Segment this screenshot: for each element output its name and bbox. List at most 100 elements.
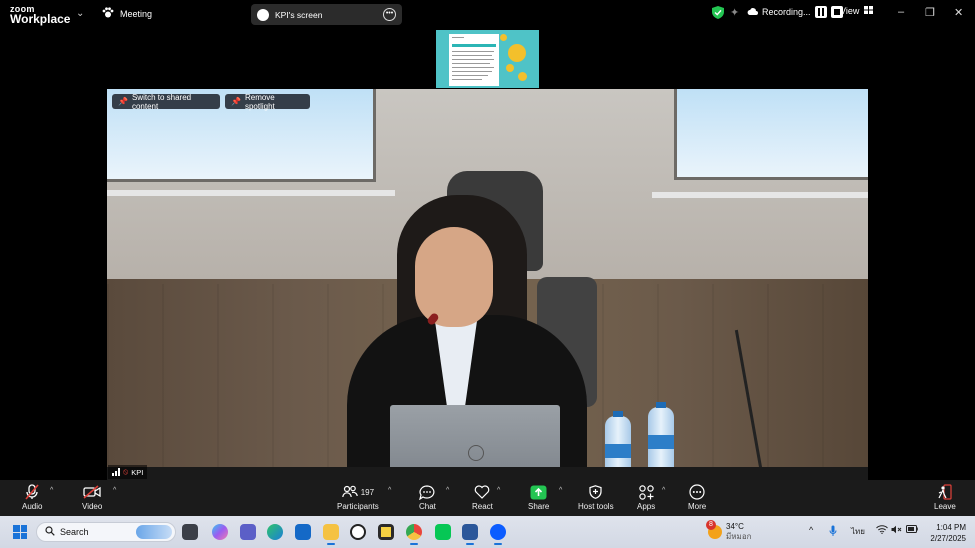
projection-screen-right — [674, 89, 868, 180]
weather-sun-icon: 8 — [706, 520, 722, 539]
meeting-label: Meeting — [120, 8, 153, 19]
windows-taskbar: Search 8 34°C มีหมอก ^ ไทย 1:04 PM 2/27/… — [0, 516, 975, 548]
switch-button-label: Switch to shared content — [131, 92, 192, 111]
apps-options-caret-icon[interactable]: ^ — [662, 487, 665, 494]
input-language[interactable]: ไทย — [851, 525, 865, 538]
participants-count: 197 — [360, 487, 375, 497]
share-label: Share — [528, 502, 550, 511]
search-placeholder: Search — [60, 527, 89, 537]
cloud-icon — [747, 7, 758, 17]
chat-icon — [419, 482, 435, 502]
file-explorer-icon[interactable] — [323, 524, 339, 545]
word-icon[interactable] — [462, 524, 478, 545]
clock-date: 2/27/2025 — [930, 534, 966, 543]
taskbar-clock[interactable]: 1:04 PM 2/27/2025 — [918, 522, 966, 544]
battery-icon[interactable] — [906, 525, 918, 535]
video-options-caret-icon[interactable]: ^ — [113, 487, 116, 494]
leave-label: Leave — [934, 502, 956, 511]
video-button[interactable]: Video — [82, 482, 102, 511]
search-icon — [45, 526, 55, 538]
meeting-menu[interactable]: Meeting — [102, 7, 152, 20]
edge-icon[interactable] — [267, 524, 283, 540]
participant-name: KPI — [131, 467, 144, 477]
outlook-icon[interactable] — [295, 524, 311, 540]
task-view-icon[interactable] — [182, 524, 198, 540]
show-hidden-icons-icon[interactable]: ^ — [809, 525, 813, 535]
switch-to-shared-content-button[interactable]: 📌 Switch to shared content — [112, 92, 220, 111]
share-options-caret-icon[interactable]: ^ — [559, 487, 562, 494]
weather-description: มีหมอก — [726, 532, 752, 541]
apps-button[interactable]: Apps — [637, 482, 655, 511]
ai-sparkle-icon[interactable]: ✦ — [730, 6, 739, 19]
shared-screen-pill[interactable]: KPI's screen ••• — [251, 4, 402, 25]
react-label: React — [472, 502, 493, 511]
heart-icon — [474, 482, 490, 502]
pin-icon: 📌 — [118, 97, 128, 106]
coin-decoration-icon — [508, 44, 526, 62]
sticky-notes-icon[interactable] — [378, 524, 394, 540]
audio-label: Audio — [22, 502, 43, 511]
meeting-toolbar: Audio ^ Video ^ 197 Participants ^ Chat … — [0, 480, 975, 516]
volume-muted-icon[interactable] — [891, 525, 903, 536]
share-button[interactable]: Share — [528, 482, 549, 511]
document-preview — [449, 34, 499, 86]
security-shield-icon[interactable] — [712, 6, 724, 19]
audio-options-caret-icon[interactable]: ^ — [50, 487, 53, 494]
chat-label: Chat — [419, 502, 436, 511]
leave-button[interactable]: Leave — [934, 482, 956, 511]
apps-label: Apps — [637, 502, 656, 511]
weather-badge: 8 — [706, 520, 716, 530]
chevron-down-icon[interactable]: ⌄ — [76, 8, 84, 19]
line-icon[interactable] — [435, 524, 451, 540]
wifi-icon[interactable] — [876, 525, 888, 536]
title-bar: zoom Workplace ⌄ Meeting KPI's screen ••… — [0, 0, 975, 28]
muted-microphone-icon — [25, 482, 39, 502]
shield-icon — [589, 482, 602, 502]
react-button[interactable]: React — [472, 482, 493, 511]
speaker-video[interactable]: 📌 Switch to shared content 📌 Remove spot… — [107, 89, 868, 480]
teams-icon[interactable] — [240, 524, 256, 540]
zoom-taskbar-icon[interactable] — [490, 524, 506, 545]
more-icon — [689, 482, 705, 502]
pause-recording-button[interactable] — [814, 6, 827, 18]
kpi-logo-icon — [257, 8, 269, 21]
more-button[interactable]: More — [688, 482, 706, 511]
dell-icon[interactable] — [350, 524, 366, 540]
share-screen-icon — [530, 482, 547, 502]
minimize-icon[interactable]: – — [898, 6, 904, 18]
leave-icon — [938, 482, 952, 502]
remove-spotlight-button[interactable]: 📌 Remove spotlight — [225, 93, 310, 111]
host-tools-button[interactable]: Host tools — [578, 482, 614, 511]
participant-name-tag: ⦸ KPI — [108, 465, 148, 479]
participants-options-caret-icon[interactable]: ^ — [388, 487, 391, 494]
audio-button[interactable]: Audio — [22, 482, 42, 511]
windows-start-icon[interactable] — [13, 525, 27, 539]
signal-strength-icon — [112, 468, 120, 476]
recording-indicator[interactable]: Recording... — [747, 6, 843, 18]
participants-button[interactable]: 197 Participants — [337, 482, 379, 511]
chrome-icon[interactable] — [406, 524, 422, 545]
more-options-icon[interactable]: ••• — [383, 8, 396, 21]
taskbar-search[interactable]: Search — [36, 522, 176, 542]
shared-screen-thumbnail[interactable] — [436, 30, 539, 88]
mic-muted-icon: ⦸ — [123, 467, 129, 476]
video-label: Video — [82, 502, 103, 511]
restore-icon[interactable]: ❐ — [925, 6, 935, 19]
search-highlight-image — [136, 525, 172, 539]
weather-temperature: 34°C — [726, 522, 744, 531]
view-menu[interactable]: View — [840, 6, 874, 16]
microphone-tray-icon[interactable] — [829, 525, 837, 539]
apps-icon — [638, 482, 654, 502]
chat-options-caret-icon[interactable]: ^ — [446, 487, 449, 494]
paw-icon — [102, 7, 114, 20]
water-bottle — [648, 402, 674, 469]
shared-screen-label: KPI's screen — [275, 9, 323, 20]
more-label: More — [688, 502, 707, 511]
react-options-caret-icon[interactable]: ^ — [497, 487, 500, 494]
copilot-icon[interactable] — [212, 524, 228, 540]
chat-button[interactable]: Chat — [419, 482, 436, 511]
weather-widget[interactable]: 8 34°C มีหมอก — [706, 520, 752, 542]
video-off-icon — [83, 482, 101, 502]
close-icon[interactable]: ✕ — [954, 6, 963, 19]
grid-view-icon — [864, 6, 874, 16]
